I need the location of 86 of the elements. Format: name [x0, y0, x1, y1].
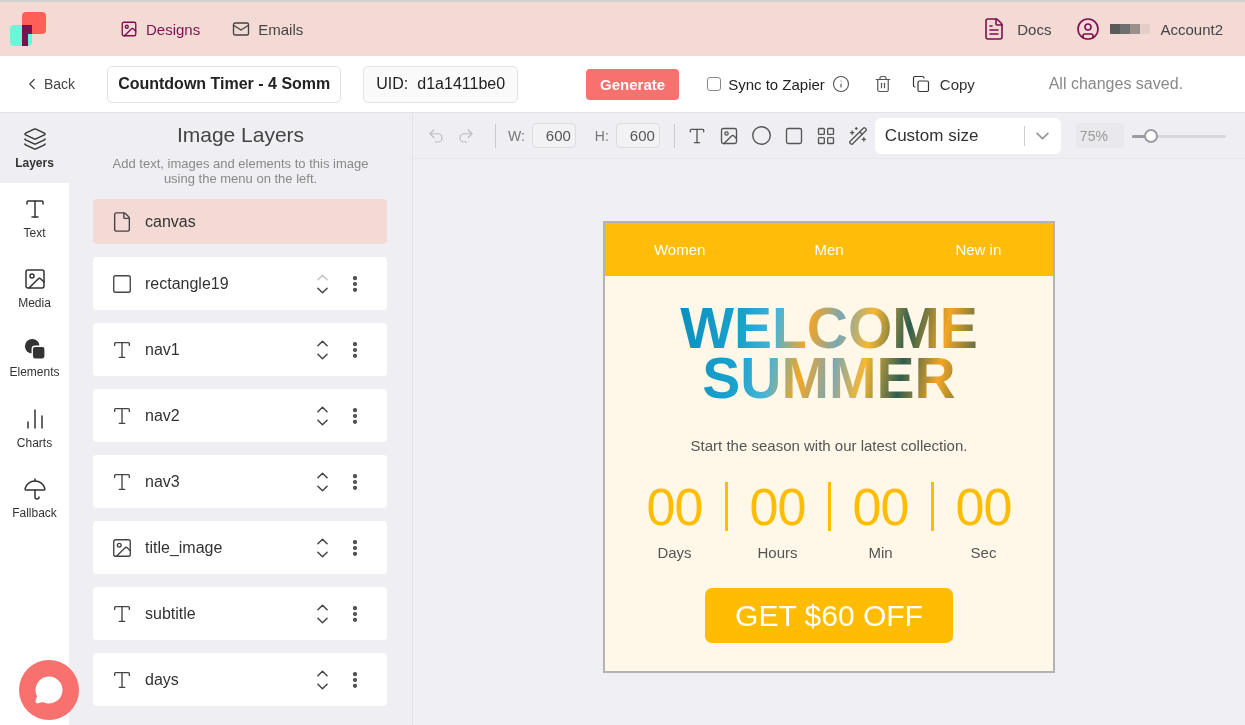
panel-description: Add text, images and elements to this image using the menu on the left. — [111, 156, 370, 186]
grid-icon[interactable] — [815, 125, 836, 146]
chevron-down-icon[interactable] — [317, 682, 328, 690]
layers-icon — [22, 126, 47, 151]
square-icon[interactable] — [783, 125, 804, 146]
magic-wand-icon[interactable] — [847, 125, 868, 146]
chevron-down-icon[interactable] — [317, 286, 328, 294]
chevron-down-icon[interactable] — [317, 418, 328, 426]
layer-name: nav1 — [145, 340, 181, 359]
layer-item[interactable]: title_image — [93, 521, 387, 574]
user-icon[interactable] — [1076, 17, 1101, 41]
countdown-label: Days — [657, 544, 692, 561]
layer-name: subtitle — [145, 604, 197, 623]
height-label: H: — [594, 127, 609, 144]
copy-button[interactable]: Copy — [911, 75, 975, 93]
countdown-label: Sec — [970, 544, 997, 561]
chevron-down-icon — [1035, 131, 1049, 140]
uid-label: UID: — [376, 75, 409, 93]
chevron-up-icon[interactable] — [317, 669, 328, 677]
countdown-number: 00 — [749, 482, 806, 532]
panel-title: Image Layers — [175, 122, 306, 148]
chevron-up-icon[interactable] — [317, 471, 328, 479]
layer-item[interactable]: subtitle — [93, 587, 387, 640]
sync-label[interactable]: Sync to Zapier — [728, 75, 825, 93]
file-icon — [111, 210, 133, 233]
uid-value: d1a1411be0 — [417, 75, 506, 93]
image-icon — [111, 536, 133, 559]
info-icon[interactable] — [831, 75, 850, 93]
countdown-label: Min — [868, 544, 893, 561]
size-select[interactable]: Custom size — [874, 117, 1061, 154]
height-field[interactable]: 600 — [615, 123, 660, 148]
shapes-icon — [23, 337, 46, 360]
trash-icon — [873, 75, 892, 93]
image-icon — [120, 20, 138, 38]
back-button[interactable]: Back — [23, 75, 76, 93]
slider-thumb[interactable] — [1143, 128, 1158, 143]
chevron-up-icon[interactable] — [317, 537, 328, 545]
image-icon — [22, 266, 47, 291]
sidebar-tab[interactable]: Layers — [0, 113, 69, 183]
chat-bubble-icon — [34, 675, 64, 705]
email-nav-text: Women — [652, 241, 707, 258]
layer-name: canvas — [145, 212, 197, 231]
account-name[interactable]: Account2 — [1160, 20, 1223, 38]
chevron-down-icon[interactable] — [317, 484, 328, 492]
umbrella-icon — [22, 476, 47, 501]
mail-icon — [232, 20, 251, 38]
layer-item[interactable]: rectangle19 — [93, 257, 387, 310]
layer-item[interactable]: days — [93, 653, 387, 706]
square-icon — [111, 272, 133, 295]
zoom-slider[interactable] — [1131, 128, 1226, 143]
design-name-field[interactable]: Countdown Timer - 4 Somm — [107, 65, 342, 103]
layer-item[interactable]: canvas — [93, 199, 387, 244]
layer-item[interactable]: nav2 — [93, 389, 387, 442]
layer-item[interactable]: nav3 — [93, 455, 387, 508]
copy-icon — [911, 75, 930, 93]
nav-link[interactable]: Emails — [232, 20, 304, 38]
chevron-down-icon[interactable] — [317, 616, 328, 624]
image-icon[interactable] — [718, 125, 739, 146]
docs-link[interactable]: Docs — [982, 17, 1052, 41]
chevron-up-icon[interactable] — [317, 405, 328, 413]
email-subtitle: Start the season with our latest collection. — [690, 437, 968, 454]
width-label: W: — [508, 127, 525, 144]
width-field[interactable]: 600 — [531, 123, 576, 148]
countdown-number: 00 — [955, 482, 1012, 532]
email-nav-text: Men — [813, 241, 845, 258]
redacted-name-block — [1110, 24, 1151, 34]
chevron-down-icon[interactable] — [317, 550, 328, 558]
chevron-up-icon[interactable] — [317, 339, 328, 347]
nav-link[interactable]: Designs — [120, 20, 201, 38]
layer-name: nav3 — [145, 472, 181, 491]
email-nav-text: New in — [954, 241, 1003, 258]
chevron-up-icon[interactable] — [317, 603, 328, 611]
layer-name: title_image — [145, 538, 224, 557]
layer-item[interactable]: nav1 — [93, 323, 387, 376]
layer-name: days — [145, 670, 180, 689]
countdown-number: 00 — [646, 482, 703, 532]
delete-button[interactable] — [873, 75, 892, 93]
sync-checkbox[interactable] — [707, 77, 722, 91]
countdown-number: 00 — [852, 482, 909, 532]
logo-icon[interactable] — [10, 12, 46, 46]
save-status: All changes saved. — [1048, 75, 1183, 93]
circle-icon[interactable] — [750, 125, 772, 146]
countdown-label: Hours — [757, 544, 798, 561]
chevron-down-icon[interactable] — [317, 352, 328, 360]
layer-name: nav2 — [145, 406, 181, 425]
layer-name: rectangle19 — [145, 274, 230, 293]
